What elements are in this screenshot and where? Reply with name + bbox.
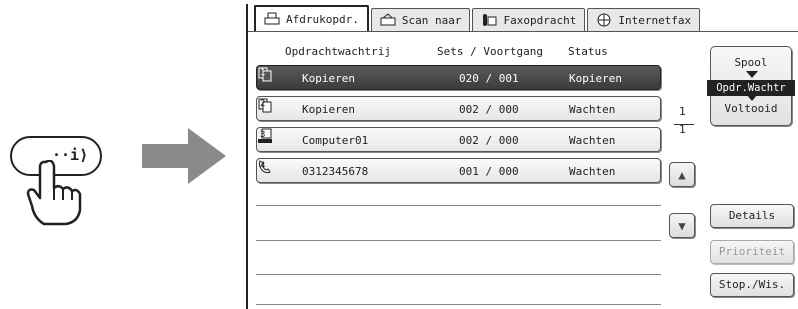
job-name: Kopieren xyxy=(302,103,355,116)
stop-delete-button[interactable]: Stop./Wis. xyxy=(710,273,794,297)
globe-icon xyxy=(597,13,611,27)
empty-row-line xyxy=(256,205,661,206)
priority-button[interactable]: Prioriteit xyxy=(710,240,794,264)
job-row[interactable]: 4 0312345678 001 / 000 Wachten xyxy=(256,158,661,183)
mode-arrow-icon xyxy=(746,71,758,78)
job-number: 2 xyxy=(260,99,266,109)
scroll-up-button[interactable]: ▲ xyxy=(669,162,695,187)
scroll-down-button[interactable]: ▼ xyxy=(669,213,695,238)
job-sets: 020 / 001 xyxy=(459,72,519,85)
mode-arrow-icon xyxy=(746,94,758,101)
job-name: 0312345678 xyxy=(302,165,369,178)
job-name: Kopieren xyxy=(302,72,355,85)
tab-label: Scan naar xyxy=(401,13,462,27)
job-mode-toggle[interactable]: Spool Opdr.Wachtr Voltooid xyxy=(707,46,795,126)
job-row[interactable]: 3 Computer01 002 / 000 Wachten xyxy=(256,127,661,152)
down-arrow-icon: ▼ xyxy=(678,218,686,233)
column-header-sets: Sets / Voortgang xyxy=(437,45,543,58)
job-status: Wachten xyxy=(569,103,616,116)
job-sets: 002 / 000 xyxy=(459,103,519,116)
tab-fax-jobs[interactable]: Faxopdracht xyxy=(472,8,586,31)
job-number: 3 xyxy=(260,130,266,140)
empty-row-line xyxy=(256,274,661,275)
job-row[interactable]: 2 Kopieren 002 / 000 Wachten xyxy=(256,96,661,121)
job-tabs: Afdrukopdr. Scan naar Faxopdracht Intern… xyxy=(254,5,702,31)
job-sets: 001 / 000 xyxy=(459,165,519,178)
tab-internet-fax[interactable]: Internetfax xyxy=(587,8,701,31)
tab-scan-to[interactable]: Scan naar xyxy=(370,8,471,31)
right-arrow-icon xyxy=(142,128,226,184)
job-status: Kopieren xyxy=(569,72,622,85)
pointing-hand-icon xyxy=(26,160,82,226)
tab-label: Afdrukopdr. xyxy=(286,12,359,26)
tab-label: Internetfax xyxy=(618,13,692,27)
page-total: 1 xyxy=(679,123,686,136)
job-status: Wachten xyxy=(569,165,616,178)
mode-spool: Spool xyxy=(734,56,768,69)
job-status: Wachten xyxy=(569,134,616,147)
printer-icon xyxy=(264,12,280,25)
job-name: Computer01 xyxy=(302,134,369,147)
mode-complete: Voltooid xyxy=(724,102,778,115)
fax-icon xyxy=(483,14,497,26)
up-arrow-icon: ▲ xyxy=(678,167,686,182)
details-button[interactable]: Details xyxy=(710,204,794,228)
column-header-status: Status xyxy=(568,45,608,58)
job-sets: 002 / 000 xyxy=(459,134,519,147)
job-number: 4 xyxy=(260,161,266,171)
empty-row-line xyxy=(256,304,661,305)
tab-print-jobs[interactable]: Afdrukopdr. xyxy=(254,5,369,31)
scanner-icon xyxy=(380,13,396,26)
tab-label: Faxopdracht xyxy=(503,13,577,27)
job-row[interactable]: 1 Kopieren 020 / 001 Kopieren xyxy=(256,65,661,90)
job-status-panel: Afdrukopdr. Scan naar Faxopdracht Intern… xyxy=(246,4,798,309)
job-number: 1 xyxy=(260,68,266,78)
page-current: 1 xyxy=(679,105,686,118)
column-header-queue: Opdrachtwachtrij xyxy=(285,45,391,58)
tab-divider xyxy=(248,31,798,32)
empty-row-line xyxy=(256,240,661,241)
